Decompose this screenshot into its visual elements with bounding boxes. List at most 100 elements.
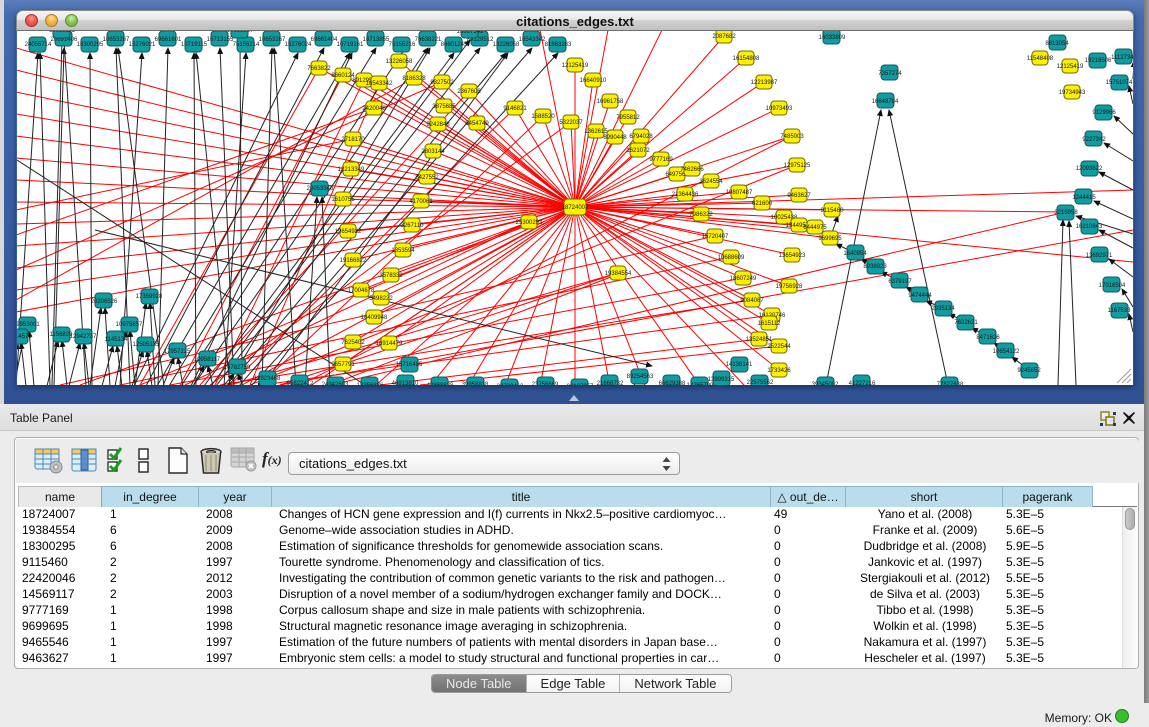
svg-text:9146821: 9146821 — [503, 106, 527, 112]
svg-text:14265799: 14265799 — [687, 383, 714, 385]
svg-text:3875685: 3875685 — [432, 104, 456, 110]
svg-text:17359928: 17359928 — [136, 294, 163, 300]
svg-text:3267110: 3267110 — [401, 223, 425, 229]
svg-text:1353594: 1353594 — [391, 248, 415, 254]
svg-text:8471626: 8471626 — [976, 335, 1000, 341]
svg-text:9463627: 9463627 — [787, 193, 811, 199]
svg-text:11548408: 11548408 — [1027, 56, 1054, 62]
svg-text:8427552: 8427552 — [415, 175, 439, 181]
svg-text:13654923: 13654923 — [779, 253, 806, 259]
svg-text:17004678: 17004678 — [348, 288, 375, 294]
svg-text:10975857: 10975857 — [116, 322, 143, 328]
svg-text:16914479: 16914479 — [376, 341, 403, 347]
svg-text:46913810: 46913810 — [392, 381, 419, 385]
svg-text:9115460: 9115460 — [821, 208, 845, 214]
svg-text:7357274: 7357274 — [878, 71, 902, 77]
svg-text:6794028: 6794028 — [629, 134, 653, 140]
svg-text:16640910: 16640910 — [580, 78, 607, 84]
svg-text:16543342: 16543342 — [519, 37, 546, 43]
svg-text:7462666: 7462666 — [680, 167, 704, 173]
svg-text:2367608: 2367608 — [457, 89, 481, 95]
svg-text:6379197: 6379197 — [888, 279, 912, 285]
svg-text:15720407: 15720407 — [702, 234, 729, 240]
svg-text:16782759: 16782759 — [224, 365, 251, 371]
svg-text:9129966: 9129966 — [1092, 110, 1116, 116]
svg-text:28728463: 28728463 — [497, 384, 524, 385]
svg-text:3624554: 3624554 — [699, 179, 723, 185]
svg-text:9914571: 9914571 — [17, 334, 32, 340]
svg-text:19734943: 19734943 — [1059, 90, 1086, 96]
svg-text:15276021: 15276021 — [129, 42, 156, 48]
svg-text:1640954: 1640954 — [843, 251, 867, 257]
svg-text:1244415: 1244415 — [1072, 195, 1096, 201]
svg-text:5498222: 5498222 — [369, 296, 393, 302]
svg-text:9245652: 9245652 — [1017, 368, 1041, 374]
svg-text:17016504: 17016504 — [1099, 283, 1126, 289]
svg-text:9474444: 9474444 — [908, 293, 932, 299]
svg-text:21364436: 21364436 — [672, 192, 699, 198]
svg-text:10654122: 10654122 — [993, 349, 1020, 355]
svg-text:9777169: 9777169 — [649, 157, 673, 163]
svg-text:13524851: 13524851 — [746, 337, 773, 343]
svg-text:76638221: 76638221 — [415, 37, 442, 43]
svg-text:19384554: 19384554 — [605, 271, 632, 277]
svg-text:2522544: 2522544 — [767, 344, 791, 350]
svg-text:24055714: 24055714 — [25, 42, 52, 48]
svg-text:16543342: 16543342 — [366, 81, 393, 87]
svg-text:1167533: 1167533 — [1108, 308, 1132, 314]
svg-text:2718170: 2718170 — [341, 137, 365, 143]
svg-text:8186328: 8186328 — [402, 76, 426, 82]
svg-text:16154808: 16154808 — [733, 56, 760, 62]
svg-text:2803144: 2803144 — [421, 149, 445, 155]
svg-text:20053346: 20053346 — [307, 186, 334, 192]
svg-text:77827638: 77827638 — [937, 382, 964, 385]
svg-text:7955812: 7955812 — [616, 115, 640, 121]
svg-text:16409948: 16409948 — [361, 315, 388, 321]
svg-text:81863283: 81863283 — [545, 42, 572, 48]
svg-text:5322037: 5322037 — [559, 120, 583, 126]
svg-text:7485003: 7485003 — [780, 134, 804, 140]
svg-text:16210643: 16210643 — [1076, 224, 1103, 230]
svg-text:12923468: 12923468 — [254, 376, 281, 382]
svg-text:66629388: 66629388 — [659, 381, 686, 385]
svg-text:89254563: 89254563 — [627, 374, 654, 380]
svg-text:12125419: 12125419 — [1057, 64, 1084, 70]
svg-text:1733426: 1733426 — [767, 368, 791, 374]
svg-text:13226058: 13226058 — [386, 59, 413, 65]
svg-text:12505135: 12505135 — [133, 342, 160, 348]
svg-text:9327502: 9327502 — [430, 80, 454, 86]
svg-text:39958838: 39958838 — [462, 382, 489, 385]
svg-text:12213987: 12213987 — [751, 80, 778, 86]
svg-text:12093822: 12093822 — [1076, 166, 1103, 172]
svg-text:8813054: 8813054 — [1045, 41, 1069, 47]
svg-text:2087682: 2087682 — [712, 34, 736, 40]
svg-text:75155214: 75155214 — [233, 42, 260, 48]
svg-text:41227216: 41227216 — [849, 381, 876, 385]
svg-text:1610755: 1610755 — [331, 197, 355, 203]
svg-text:15751074: 15751074 — [1106, 80, 1133, 86]
svg-text:10719115: 10719115 — [181, 42, 208, 48]
svg-text:16033809: 16033809 — [819, 35, 846, 41]
svg-text:2935134: 2935134 — [931, 306, 955, 312]
svg-text:10653267: 10653267 — [227, 31, 254, 34]
svg-text:10973493: 10973493 — [766, 106, 793, 112]
svg-text:1588520: 1588520 — [531, 114, 555, 120]
svg-text:9699695: 9699695 — [818, 236, 842, 242]
svg-text:17957225: 17957225 — [164, 349, 191, 355]
svg-text:10653267: 10653267 — [259, 37, 286, 43]
svg-text:8990448: 8990448 — [603, 135, 627, 141]
svg-text:2420046: 2420046 — [362, 106, 386, 112]
svg-text:621600: 621600 — [752, 201, 773, 207]
svg-text:11127343: 11127343 — [1111, 55, 1133, 61]
svg-text:12942737: 12942737 — [70, 334, 97, 340]
svg-text:9227342: 9227342 — [1082, 137, 1106, 143]
svg-text:1621072: 1621072 — [626, 148, 650, 154]
svg-text:12125419: 12125419 — [562, 63, 589, 69]
svg-text:15716485: 15716485 — [396, 362, 423, 368]
svg-text:13356886: 13356886 — [357, 383, 384, 385]
svg-text:69661601: 69661601 — [155, 37, 182, 43]
svg-text:7625402: 7625402 — [341, 340, 365, 346]
svg-text:42868828: 42868828 — [427, 383, 454, 385]
svg-text:8454749: 8454749 — [465, 121, 489, 127]
svg-text:18724007: 18724007 — [562, 205, 589, 211]
